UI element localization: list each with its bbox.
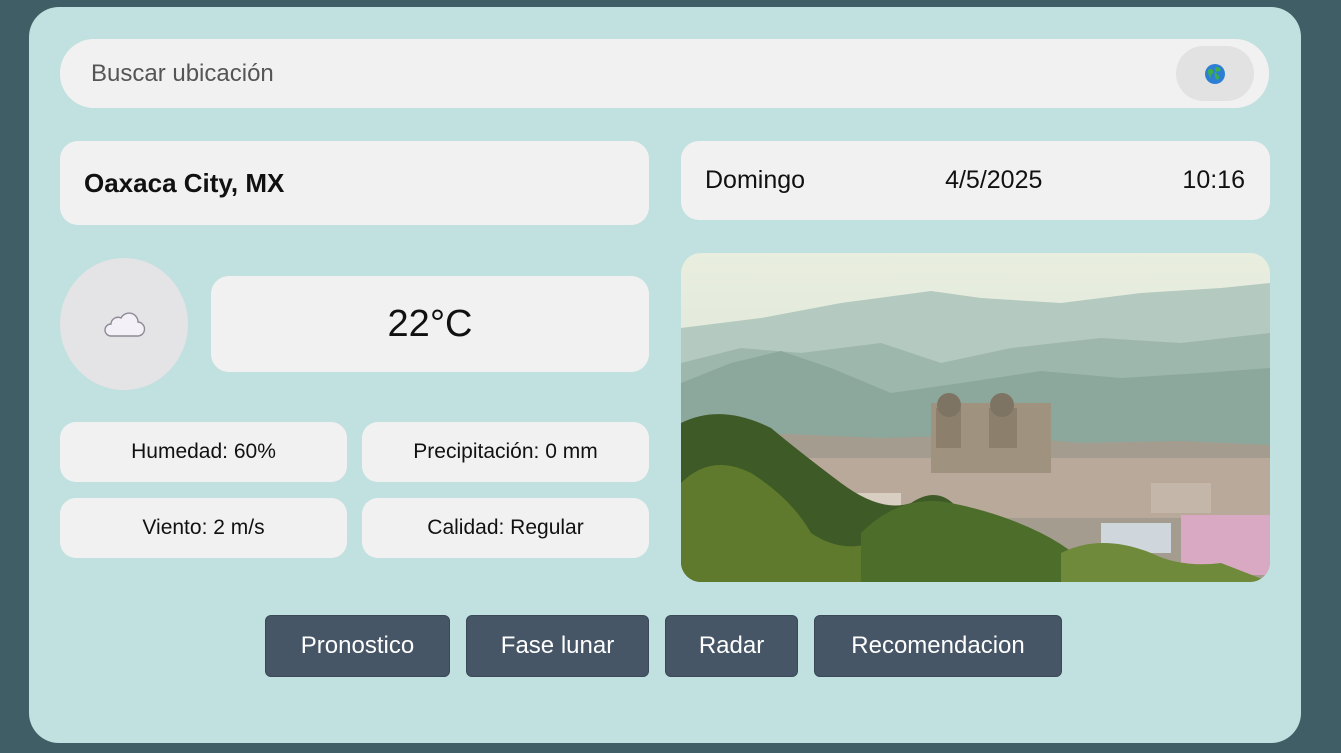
search-button[interactable] [1176, 46, 1254, 101]
search-input[interactable] [91, 59, 1151, 88]
temperature-display: 22°C [211, 276, 649, 372]
weather-icon-container [60, 258, 188, 390]
moon-phase-button[interactable]: Fase lunar [466, 615, 649, 677]
search-bar [60, 39, 1269, 108]
location-name: Oaxaca City, MX [60, 141, 649, 225]
globe-icon [1205, 63, 1225, 84]
humidity-stat: Humedad: 60% [60, 422, 347, 482]
radar-button[interactable]: Radar [665, 615, 798, 677]
city-photo [681, 253, 1270, 582]
cloud-icon [104, 312, 146, 337]
forecast-button[interactable]: Pronostico [265, 615, 450, 677]
precipitation-stat: Precipitación: 0 mm [362, 422, 649, 482]
day-label: Domingo [705, 166, 806, 194]
weather-card: Oaxaca City, MX Domingo 4/5/2025 10:16 2… [29, 7, 1301, 743]
datetime-panel: Domingo 4/5/2025 10:16 [681, 141, 1270, 220]
recommendation-button[interactable]: Recomendacion [814, 615, 1062, 677]
date-label: 4/5/2025 [945, 166, 1043, 194]
wind-stat: Viento: 2 m/s [60, 498, 347, 558]
action-buttons: Pronostico Fase lunar Radar Recomendacio… [265, 615, 1062, 677]
time-label: 10:16 [1182, 166, 1245, 194]
air-quality-stat: Calidad: Regular [362, 498, 649, 558]
